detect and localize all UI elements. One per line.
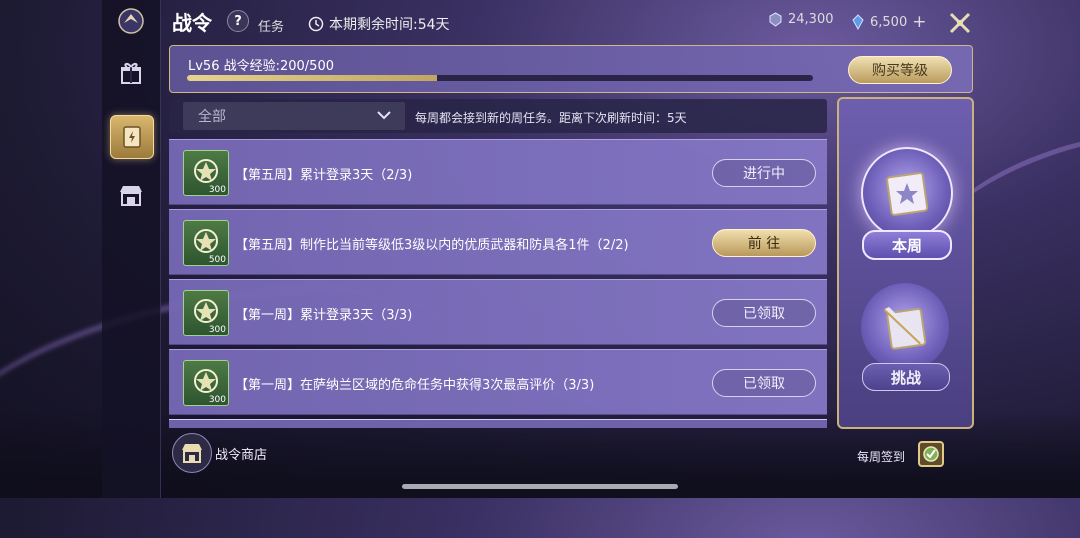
close-icon[interactable] <box>946 9 974 37</box>
task-description: 【第一周】累计登录3天（3/3) <box>235 308 413 323</box>
exp-reward-icon: 500 <box>183 220 229 266</box>
crystal-icon <box>852 14 864 30</box>
emblem-icon <box>118 8 144 34</box>
exp-progress-bar <box>187 75 813 81</box>
refresh-notice: 每周都会接到新的周任务。距离下次刷新时间：5天 <box>415 111 687 125</box>
exp-reward-icon: 300 <box>183 150 229 196</box>
task-filter-dropdown[interactable]: 全部 <box>183 102 405 130</box>
page-title: 战令 <box>172 11 212 35</box>
claimed-button[interactable]: 已领取 <box>712 299 816 327</box>
task-row: 300 【第五周】累计登录3天（2/3) 进行中 <box>169 139 827 205</box>
badge-currency-icon <box>769 12 782 27</box>
sidebar-shop[interactable] <box>110 175 152 217</box>
home-indicator <box>402 484 678 489</box>
reward-amount: 300 <box>208 185 226 195</box>
in-progress-button[interactable]: 进行中 <box>712 159 816 187</box>
timer-text: 本期剩余时间:54天 <box>329 17 450 33</box>
shop-stall-icon <box>120 186 142 206</box>
task-row: 300 【第一周】累计登录3天（3/3) 已领取 <box>169 279 827 345</box>
clock-icon <box>308 16 324 32</box>
help-button[interactable]: ? <box>227 10 249 32</box>
battle-pass-exp-panel: Lv56 战令经验:200/500 购买等级 <box>169 45 973 93</box>
task-row: 500 【第五周】制作比当前等级低3级以内的优质武器和防具各1件（2/2) 前 … <box>169 209 827 275</box>
calendar-star-icon <box>886 172 929 216</box>
exp-label: Lv56 战令经验:200/500 <box>188 59 334 74</box>
reward-amount: 500 <box>208 255 226 265</box>
task-row: 300 【第一周】在萨纳兰区域的危命任务中获得3次最高评价（3/3) 已领取 <box>169 349 827 415</box>
buy-level-button[interactable]: 购买等级 <box>848 56 952 84</box>
weekly-checkin-label: 每周签到 <box>857 450 906 464</box>
reward-amount: 300 <box>208 395 226 405</box>
sidebar-emblem[interactable] <box>110 0 152 42</box>
page-subtitle: 任务 <box>258 20 285 35</box>
dropdown-value: 全部 <box>198 109 226 125</box>
exp-reward-icon: 300 <box>183 360 229 406</box>
week-selector-panel: 本周 挑战 <box>837 97 974 429</box>
battle-pass-shop-button[interactable] <box>172 433 212 473</box>
task-description: 【第五周】累计登录3天（2/3) <box>235 168 413 183</box>
left-sidebar <box>102 0 161 498</box>
this-week-tab[interactable]: 本周 <box>862 230 952 260</box>
this-week-medal[interactable] <box>861 147 953 239</box>
task-description: 【第五周】制作比当前等级低3级以内的优质武器和防具各1件（2/2) <box>235 238 629 253</box>
claimed-button[interactable]: 已领取 <box>712 369 816 397</box>
challenge-tab[interactable]: 挑战 <box>862 363 950 391</box>
shop-stall-icon <box>182 444 202 463</box>
sidebar-battle-pass[interactable] <box>110 115 154 159</box>
gift-icon <box>121 62 141 84</box>
sidebar-gift[interactable] <box>110 52 152 94</box>
task-description: 【第一周】在萨纳兰区域的危命任务中获得3次最高评价（3/3) <box>235 378 595 393</box>
battle-pass-book-icon <box>123 126 141 148</box>
exp-progress-fill <box>187 75 438 81</box>
chevron-down-icon <box>377 111 391 120</box>
task-row-partial <box>169 419 827 428</box>
currency-1-value: 24,300 <box>788 12 834 27</box>
currency-1: 24,300 <box>768 12 834 27</box>
calendar-sword-icon <box>883 307 927 350</box>
exp-reward-icon: 300 <box>183 290 229 336</box>
filter-row: 全部 每周都会接到新的周任务。距离下次刷新时间：5天 <box>169 99 827 133</box>
weekly-checkin-calendar-icon[interactable] <box>914 436 948 470</box>
question-icon: ? <box>234 13 242 29</box>
shop-label: 战令商店 <box>215 448 268 463</box>
add-currency-button[interactable]: + <box>912 12 926 32</box>
reward-amount: 300 <box>208 325 226 335</box>
challenge-medal[interactable] <box>861 283 949 371</box>
currency-2: 6,500 + <box>851 12 926 32</box>
go-button[interactable]: 前 往 <box>712 229 816 257</box>
currency-2-value: 6,500 <box>870 14 908 30</box>
season-timer: 本期剩余时间:54天 <box>308 14 450 34</box>
